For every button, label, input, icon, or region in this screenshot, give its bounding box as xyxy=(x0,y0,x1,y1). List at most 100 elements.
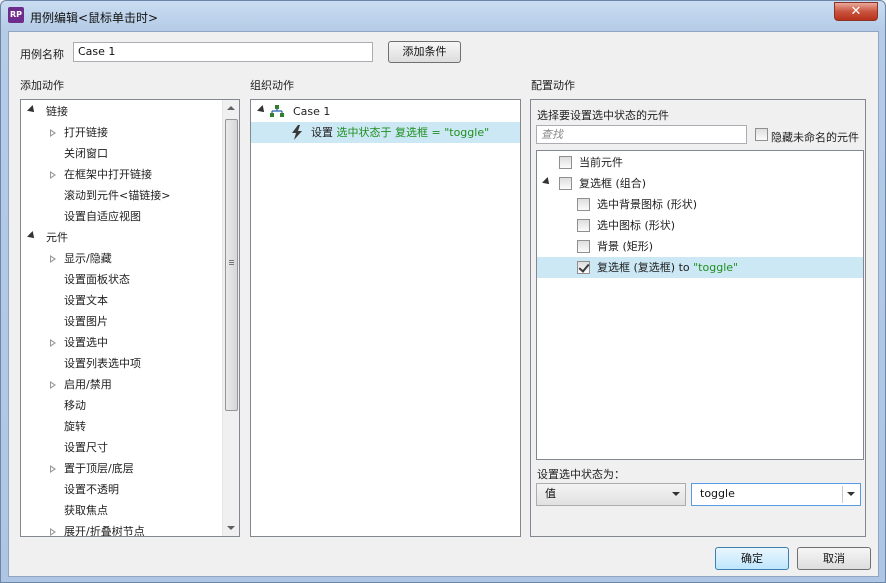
widget-group-row[interactable]: 复选框 (组合) xyxy=(537,173,863,194)
add-actions-header: 添加动作 xyxy=(20,79,64,92)
action-item-label: 在框架中打开链接 xyxy=(64,168,152,181)
axure-rp-icon: RP xyxy=(8,7,24,23)
hide-unnamed-checkbox[interactable] xyxy=(755,128,768,141)
ok-button[interactable]: 确定 xyxy=(715,547,789,570)
expand-open-icon[interactable] xyxy=(542,177,552,187)
action-item-label: 关闭窗口 xyxy=(64,147,108,160)
state-value: toggle xyxy=(700,487,735,500)
case-tree-icon xyxy=(270,105,284,117)
action-item-label: 展开/折叠树节点 xyxy=(64,525,145,537)
action-item-label: 显示/隐藏 xyxy=(64,252,112,265)
organize-actions-tree[interactable]: Case 1 设置 选中状态于 复选框 = "toggle" xyxy=(250,99,521,537)
case-name-input[interactable]: Case 1 xyxy=(73,42,373,62)
action-group-row[interactable]: 元件 xyxy=(21,227,223,248)
dropdown-separator xyxy=(842,486,843,503)
action-item-label: 启用/禁用 xyxy=(64,378,112,391)
state-value-select[interactable]: toggle xyxy=(691,483,861,506)
grip-icon xyxy=(229,260,234,261)
action-item[interactable]: 设置自适应视图 xyxy=(21,206,223,227)
scroll-thumb[interactable] xyxy=(225,119,238,411)
child-checkbox[interactable] xyxy=(577,198,590,211)
action-item-label: 设置选中 xyxy=(64,336,108,349)
action-item-label: 旋转 xyxy=(64,420,86,433)
action-item[interactable]: 设置图片 xyxy=(21,311,223,332)
child-label: 背景 (矩形) xyxy=(597,240,654,253)
expand-open-icon[interactable] xyxy=(27,231,37,241)
widget-tree[interactable]: 当前元件 复选框 (组合) 选中背景图标 (形状) 选中图标 (形状) 背景 (… xyxy=(536,150,864,460)
close-window-button[interactable]: ✕ xyxy=(834,2,878,21)
action-item[interactable]: 滚动到元件<锚链接> xyxy=(21,185,223,206)
widget-child-row-selected[interactable]: 复选框 (复选框) to "toggle" xyxy=(537,257,863,278)
cancel-button[interactable]: 取消 xyxy=(797,547,871,570)
expand-closed-icon[interactable] xyxy=(50,381,56,389)
expand-closed-icon[interactable] xyxy=(50,255,56,263)
current-widget-label: 当前元件 xyxy=(579,156,623,169)
action-item-label: 移动 xyxy=(64,399,86,412)
widget-current-row[interactable]: 当前元件 xyxy=(537,152,863,173)
action-item[interactable]: 打开链接 xyxy=(21,122,223,143)
widget-child-row[interactable]: 背景 (矩形) xyxy=(537,236,863,257)
action-text: 设置 选中状态于 复选框 = "toggle" xyxy=(311,122,489,143)
action-item-label: 获取焦点 xyxy=(64,504,108,517)
child-label-text: 复选框 (复选框) to xyxy=(597,261,694,274)
case-node[interactable]: Case 1 xyxy=(251,101,520,122)
select-widgets-label: 选择要设置选中状态的元件 xyxy=(537,109,669,122)
action-item[interactable]: 启用/禁用 xyxy=(21,374,223,395)
action-item[interactable]: 设置面板状态 xyxy=(21,269,223,290)
action-detail: 选中状态于 复选框 = "toggle" xyxy=(336,126,490,139)
configure-actions-header: 配置动作 xyxy=(531,79,575,92)
action-item[interactable]: 关闭窗口 xyxy=(21,143,223,164)
action-group-row[interactable]: 链接 xyxy=(21,101,223,122)
expand-closed-icon[interactable] xyxy=(50,465,56,473)
expand-open-icon[interactable] xyxy=(257,105,267,115)
expand-closed-icon[interactable] xyxy=(50,528,56,536)
title-bar[interactable]: RP 用例编辑<鼠标单击时> ✕ xyxy=(1,1,885,31)
action-item-label: 设置自适应视图 xyxy=(64,210,141,223)
dialog-window: RP 用例编辑<鼠标单击时> ✕ 用例名称 Case 1 添加条件 添加动作 组… xyxy=(0,0,886,583)
action-item-label: 设置尺寸 xyxy=(64,441,108,454)
current-widget-checkbox[interactable] xyxy=(559,156,572,169)
child-label: 复选框 (复选框) to "toggle" xyxy=(597,257,738,278)
child-checkbox[interactable] xyxy=(577,240,590,253)
action-item-label: 滚动到元件<锚链接> xyxy=(64,189,171,202)
action-item[interactable]: 在框架中打开链接 xyxy=(21,164,223,185)
action-item[interactable]: 显示/隐藏 xyxy=(21,248,223,269)
chevron-down-icon xyxy=(672,492,680,496)
widget-child-row[interactable]: 选中背景图标 (形状) xyxy=(537,194,863,215)
action-item[interactable]: 展开/折叠树节点 xyxy=(21,521,223,537)
add-actions-tree[interactable]: 链接打开链接关闭窗口在框架中打开链接滚动到元件<锚链接> 设置自适应视图元件显示/… xyxy=(20,99,240,537)
action-item[interactable]: 置于顶层/底层 xyxy=(21,458,223,479)
child-label: 选中图标 (形状) xyxy=(597,219,676,232)
state-mode-select[interactable]: 值 xyxy=(536,483,686,506)
action-item[interactable]: 获取焦点 xyxy=(21,500,223,521)
add-condition-button[interactable]: 添加条件 xyxy=(388,41,461,63)
action-item[interactable]: 设置尺寸 xyxy=(21,437,223,458)
action-item[interactable]: 移动 xyxy=(21,395,223,416)
checkbox-checked[interactable] xyxy=(577,261,590,274)
expand-closed-icon[interactable] xyxy=(50,171,56,179)
action-item[interactable]: 旋转 xyxy=(21,416,223,437)
action-item-label: 设置面板状态 xyxy=(64,273,130,286)
widget-search-input[interactable]: 查找 xyxy=(536,125,747,144)
scroll-up-icon[interactable] xyxy=(227,106,235,110)
add-actions-scrollbar[interactable] xyxy=(222,100,239,536)
close-icon: ✕ xyxy=(850,4,862,19)
action-group-label: 链接 xyxy=(46,105,68,118)
expand-open-icon[interactable] xyxy=(27,105,37,115)
window-title: 用例编辑<鼠标单击时> xyxy=(30,11,159,25)
dialog-body: 用例名称 Case 1 添加条件 添加动作 组织动作 配置动作 链接 打开链接 关闭… xyxy=(8,31,879,577)
action-item[interactable]: 设置不透明 xyxy=(21,479,223,500)
widget-child-row[interactable]: 选中图标 (形状) xyxy=(537,215,863,236)
child-checkbox[interactable] xyxy=(577,219,590,232)
action-item[interactable]: 设置文本 xyxy=(21,290,223,311)
action-set-selected[interactable]: 设置 选中状态于 复选框 = "toggle" xyxy=(251,122,520,143)
group-checkbox[interactable] xyxy=(559,177,572,190)
lightning-icon xyxy=(292,125,302,140)
expand-closed-icon[interactable] xyxy=(50,129,56,137)
child-label: 选中背景图标 (形状) xyxy=(597,198,698,211)
action-item[interactable]: 设置列表选中项 xyxy=(21,353,223,374)
expand-closed-icon[interactable] xyxy=(50,339,56,347)
action-item[interactable]: 设置选中 xyxy=(21,332,223,353)
chevron-down-icon xyxy=(847,492,855,496)
scroll-down-icon[interactable] xyxy=(227,526,235,530)
